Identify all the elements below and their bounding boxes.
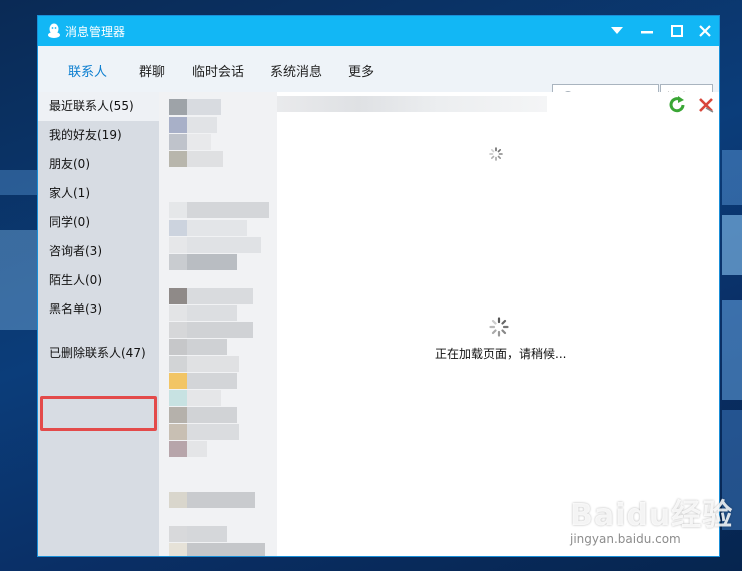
tab-temp-session[interactable]: 临时会话 [192,61,244,80]
message-content-panel: 正在加载页面，请稍候... [277,92,719,556]
window-title: 消息管理器 [65,25,126,39]
qq-penguin-icon [48,23,60,38]
delete-icon[interactable] [697,96,715,114]
loading-spinner-icon [489,317,509,337]
sidebar-item-recent-contacts[interactable]: 最近联系人(55) [38,92,159,121]
desktop-wallpaper-light [722,150,742,205]
chevron-down-icon [611,27,623,34]
sidebar-item-classmates[interactable]: 同学(0) [38,208,159,237]
maximize-icon [671,25,683,37]
tab-more[interactable]: 更多 [348,61,374,80]
pixelated-contact-name [277,96,547,112]
sidebar-item-deleted-contacts[interactable]: 已删除联系人(47) [38,339,159,368]
desktop-wallpaper-light [0,230,38,330]
close-icon [699,25,711,37]
sidebar-item-friends[interactable]: 朋友(0) [38,150,159,179]
minimize-icon [641,31,653,34]
content-header [277,92,719,118]
desktop-wallpaper-light [722,215,742,275]
desktop-wallpaper-light [0,170,38,195]
tab-contacts[interactable]: 联系人 [68,61,107,80]
dropdown-menu-button[interactable] [602,16,632,46]
sidebar-item-strangers[interactable]: 陌生人(0) [38,266,159,295]
sidebar-item-family[interactable]: 家人(1) [38,179,159,208]
watermark-url: jingyan.baidu.com [570,532,681,546]
loading-spinner-icon [489,147,503,161]
tab-group-chat[interactable]: 群聊 [139,61,165,80]
desktop-wallpaper-light [722,300,742,400]
tab-system-messages[interactable]: 系统消息 [270,61,322,80]
sidebar-item-my-friends[interactable]: 我的好友(19) [38,121,159,150]
refresh-icon[interactable] [668,96,688,114]
minimize-button[interactable] [632,16,662,46]
contact-list-pixelated[interactable] [159,92,277,556]
contact-group-sidebar: 最近联系人(55) 我的好友(19) 朋友(0) 家人(1) 同学(0) 咨询者… [38,92,159,556]
annotation-highlight-box [40,396,157,431]
title-bar[interactable]: 消息管理器 [38,16,719,46]
sidebar-item-consultants[interactable]: 咨询者(3) [38,237,159,266]
message-manager-window: 消息管理器 联系人 群聊 临时会话 系统消息 更多 搜索 最近联系人(55) [38,16,719,556]
tab-bar: 联系人 群聊 临时会话 系统消息 更多 搜索 [38,46,719,110]
watermark-brand: Baidu经验 [570,498,734,533]
baidu-jingyan-watermark: Baidu经验 jingyan.baidu.com [570,490,734,546]
loading-message: 正在加载页面，请稍候... [435,347,567,361]
maximize-button[interactable] [662,16,692,46]
sidebar-item-blacklist[interactable]: 黑名单(3) [38,295,159,324]
close-button[interactable] [690,16,720,46]
